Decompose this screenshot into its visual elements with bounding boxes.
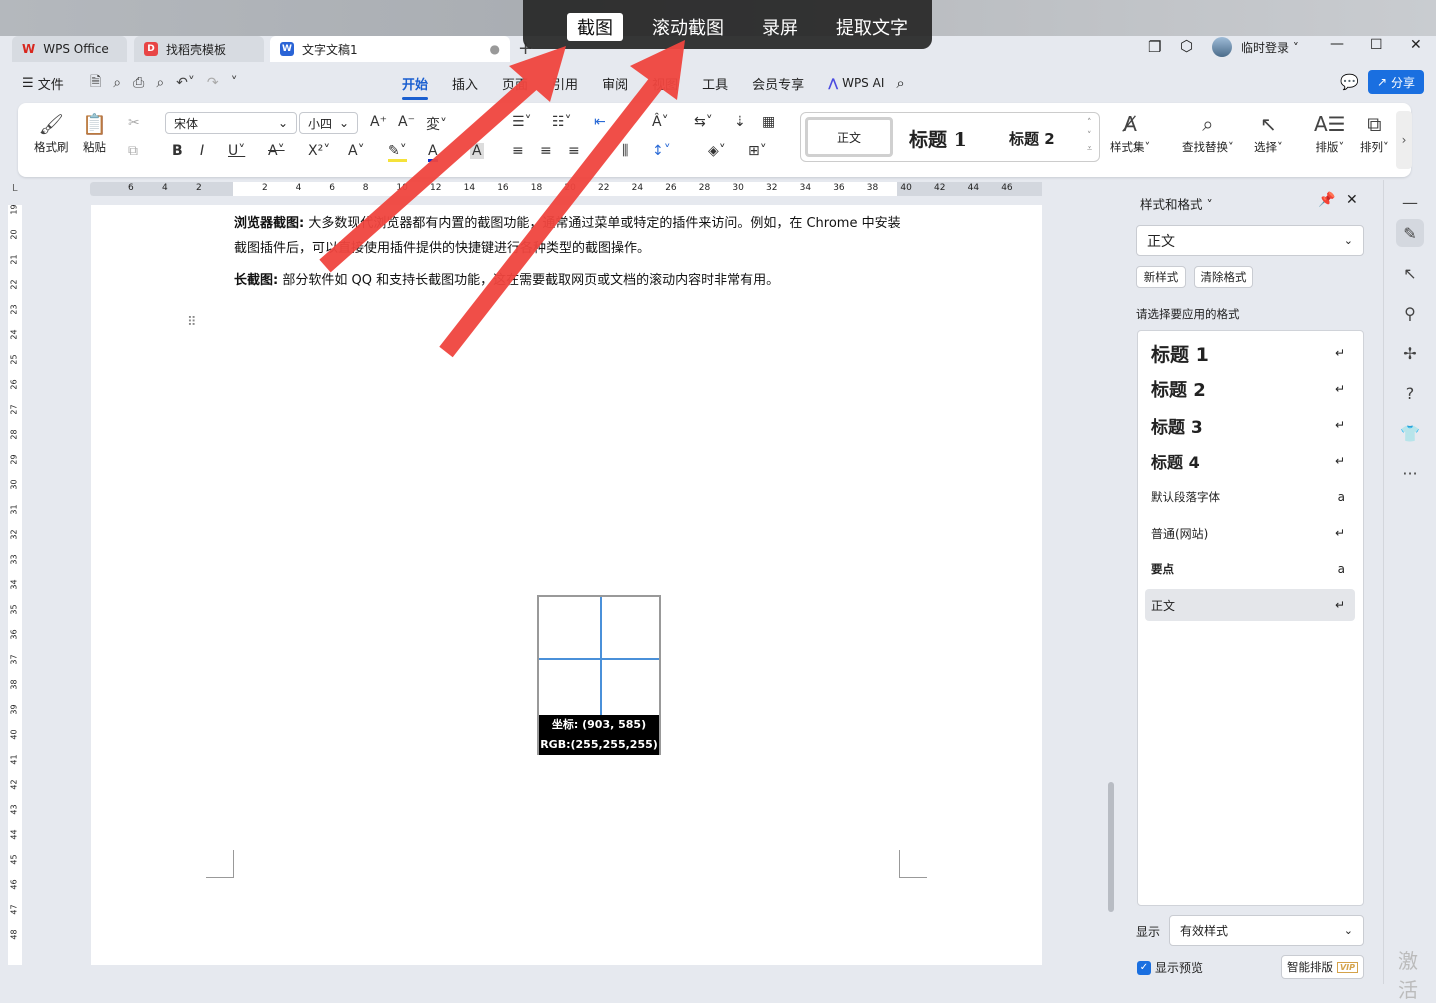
arrow-to-screenshot: [319, 73, 541, 273]
annotation-arrows: [319, 40, 685, 358]
